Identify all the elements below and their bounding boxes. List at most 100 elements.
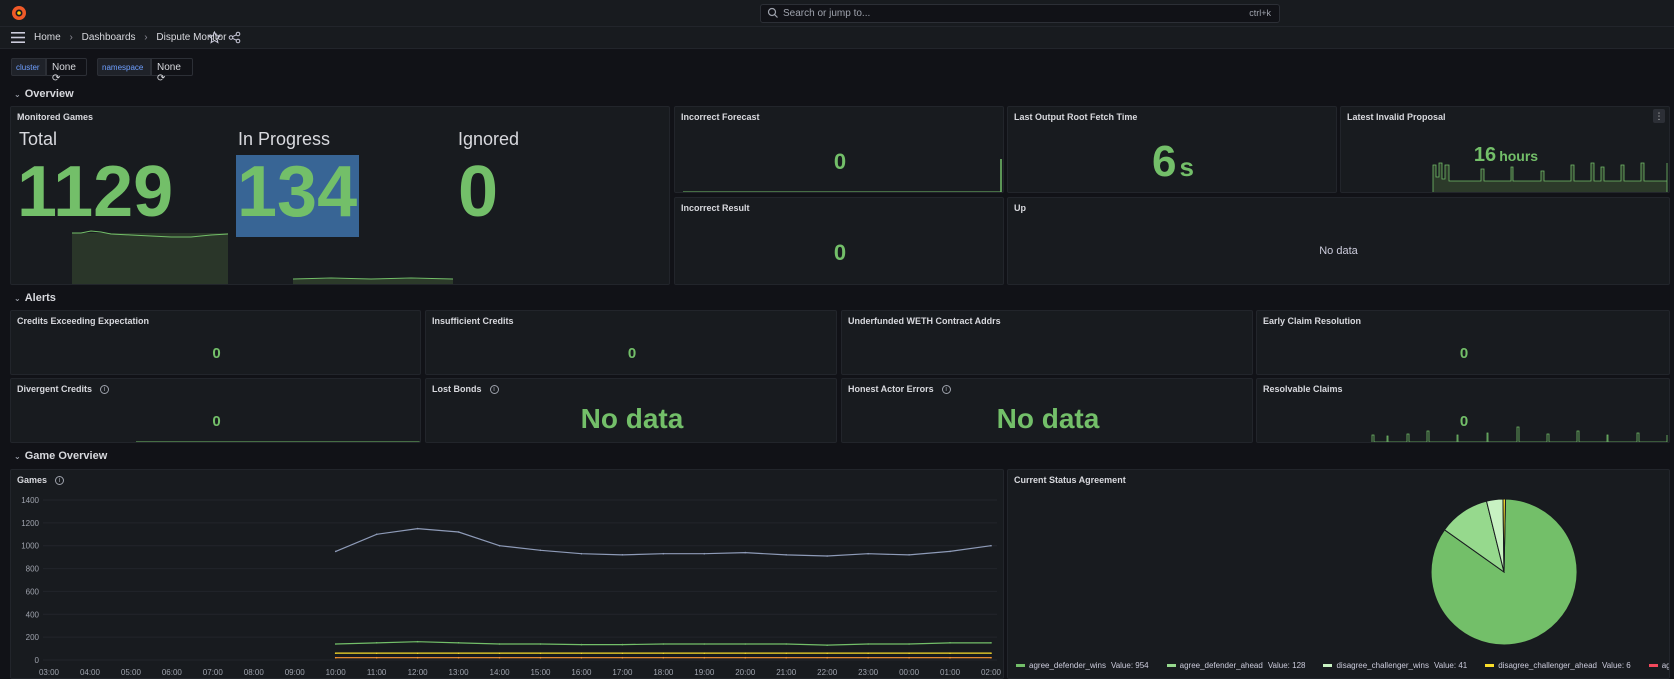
nav-bar: Home › Dashboards › Dispute Monitor [0,27,1674,49]
stat-value-in-progress: 134 [237,152,358,232]
panel-lost-bonds[interactable]: Lost Bonds i No data [425,378,837,443]
panel-title: Up [1014,203,1026,213]
no-data-text: No data [580,403,684,434]
no-data-text: No data [1319,245,1358,257]
panel-last-output-root-fetch-time[interactable]: Last Output Root Fetch Time 6 s [1007,106,1337,193]
stat-value-total: 1129 [17,152,174,232]
x-tick-label: 06:00 [162,668,183,677]
grafana-logo-icon[interactable] [11,5,27,21]
status-pie-chart[interactable] [1008,470,1670,679]
panel-incorrect-forecast[interactable]: Incorrect Forecast 0 [674,106,1004,193]
data-point [785,652,788,654]
stat-unit: hours [1499,148,1539,164]
panel-monitored-games[interactable]: Monitored Games Total 1129 In Progress 1… [10,106,670,285]
panel-title: Last Output Root Fetch Time [1014,112,1138,122]
menu-icon[interactable] [11,31,25,44]
data-point [990,642,992,644]
row-title-text: Alerts [24,292,56,304]
panel-underfunded-weth[interactable]: Underfunded WETH Contract Addrs [841,310,1253,375]
data-point [621,643,624,646]
panel-resolvable-claims[interactable]: Resolvable Claims 0 [1256,378,1670,443]
legend-swatch [1485,664,1495,668]
y-tick-label: 1400 [21,496,39,505]
data-point [375,652,378,654]
star-icon[interactable] [208,31,221,44]
panel-divergent-credits[interactable]: Divergent Credits i 0 [10,378,421,443]
data-point [744,551,747,554]
data-point [416,652,419,654]
info-icon[interactable]: i [941,385,951,395]
y-tick-label: 800 [26,565,40,574]
search-input[interactable]: Search or jump to... ctrl+k [760,4,1280,23]
panel-incorrect-result[interactable]: Incorrect Result 0 [674,197,1004,285]
data-point [662,656,665,659]
panel-title: Incorrect Result [681,203,750,213]
data-point [457,642,460,644]
panel-insufficient-credits[interactable]: Insufficient Credits 0 [425,310,837,375]
data-point [375,642,378,644]
legend-name: agree_challenger_wins [1661,661,1670,670]
x-tick-label: 21:00 [776,668,797,677]
x-tick-label: 23:00 [858,668,879,677]
panel-honest-actor-errors[interactable]: Honest Actor Errors i No data [841,378,1253,443]
data-point [785,656,788,659]
data-point [539,652,542,654]
stat-value: 16 [1473,144,1497,166]
variable-select-namespace[interactable]: None ⟳ [151,58,193,84]
legend-item[interactable]: agree_challenger_wins [1648,661,1670,670]
data-point [908,643,910,645]
breadcrumb-dashboards[interactable]: Dashboards [82,32,136,43]
data-point [539,549,542,552]
data-point [908,656,910,659]
variable-value: None [52,62,76,73]
search-placeholder: Search or jump to... [783,8,871,19]
data-point [457,531,460,533]
panel-games[interactable]: Games i 1400 1200 1000 800 600 400 200 0 03:00 04:… [10,469,1004,679]
panel-up[interactable]: Up No data [1007,197,1670,285]
data-point [621,554,624,556]
data-point [703,643,706,645]
games-timeseries-chart[interactable]: 1400 1200 1000 800 600 400 200 0 03:00 04:00 05:00… [11,470,1004,679]
sparkline [1371,426,1668,442]
data-point [867,656,869,659]
x-tick-label: 15:00 [530,668,551,677]
data-point [703,652,706,654]
row-game-overview[interactable]: ⌄ Game Overview [14,450,107,462]
data-point [949,550,951,553]
legend-item[interactable]: agree_defender_ahead Value: 128 [1166,661,1305,670]
x-tick-label: 04:00 [80,668,101,677]
pie-legend: agree_defender_wins Value: 954 agree_defen… [1016,661,1669,675]
legend-item[interactable]: agree_defender_wins Value: 954 [1016,661,1149,670]
panel-title: Lost Bonds [432,384,482,394]
legend-name: disagree_challenger_wins [1336,661,1429,670]
panel-current-status-agreement[interactable]: Current Status Agreement agree_defender_… [1007,469,1670,679]
variable-select-cluster[interactable]: None ⟳ [46,58,87,84]
y-tick-label: 200 [26,633,40,642]
info-icon[interactable]: i [489,385,499,395]
breadcrumb: Home › Dashboards › Dispute Monitor [34,32,232,43]
panel-title: Underfunded WETH Contract Addrs [848,316,1001,326]
row-alerts[interactable]: ⌄ Alerts [14,292,56,304]
row-overview[interactable]: ⌄ Overview [14,88,74,100]
legend-item[interactable]: disagree_challenger_wins Value: 41 [1323,661,1467,670]
share-icon[interactable] [228,31,241,44]
breadcrumb-home[interactable]: Home [34,32,61,43]
sparkline [136,441,420,442]
y-tick-label: 1200 [21,519,39,528]
data-point [867,552,869,555]
search-shortcut: ctrl+k [1249,8,1271,18]
panel-credits-exceeding-expectation[interactable]: Credits Exceeding Expectation 0 [10,310,421,375]
no-data-text: No data [996,403,1100,434]
series-line [335,527,992,557]
data-point [990,656,992,659]
panel-early-claim-resolution[interactable]: Early Claim Resolution 0 [1256,310,1670,375]
chevron-down-icon: ⌄ [14,294,21,303]
x-tick-label: 10:00 [326,668,347,677]
data-point [334,656,337,659]
panel-latest-invalid-proposal[interactable]: Latest Invalid Proposal ⋮ 16 hours [1340,106,1670,193]
data-point [416,640,419,643]
data-point [539,643,542,645]
data-point [703,656,706,659]
legend-item[interactable]: disagree_challenger_ahead Value: 6 [1485,661,1631,670]
x-tick-label: 05:00 [121,668,142,677]
